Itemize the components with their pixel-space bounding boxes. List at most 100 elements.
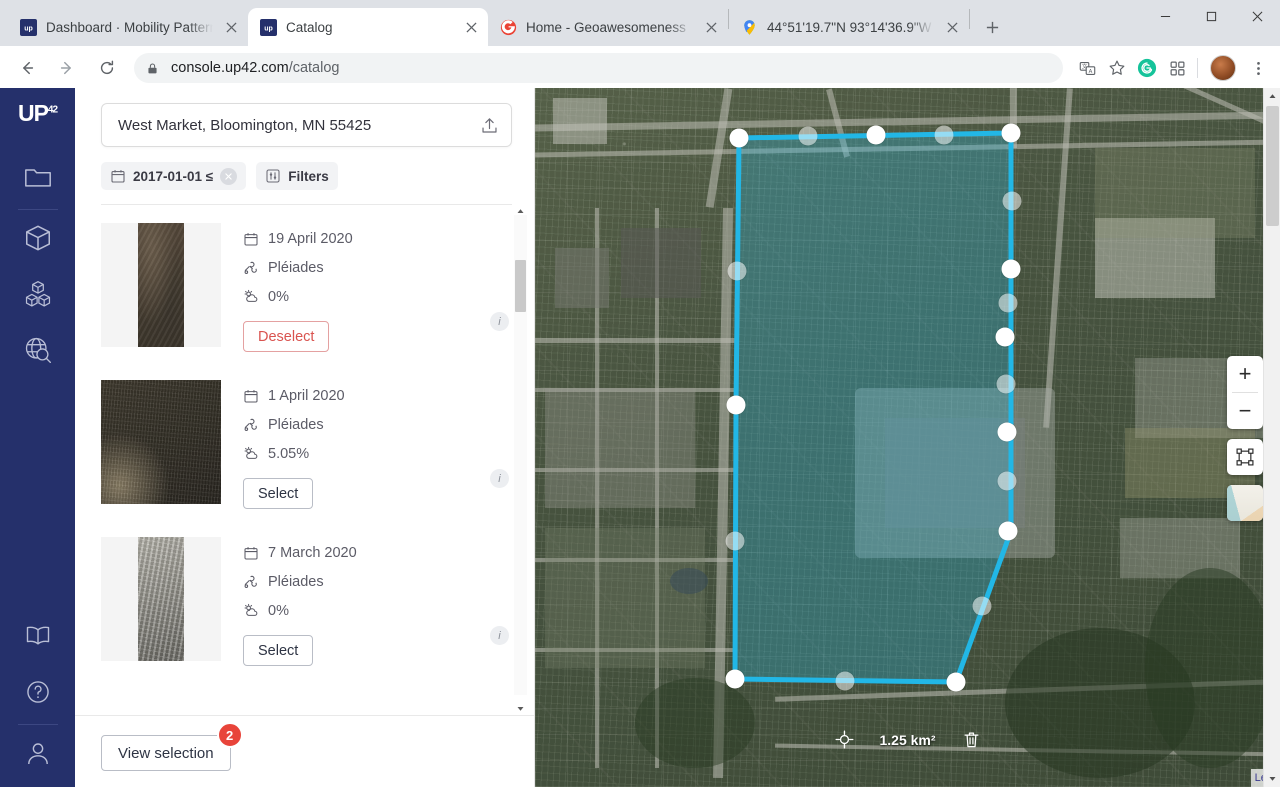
- address-bar[interactable]: console.up42.com/catalog: [134, 53, 1063, 83]
- aoi-midpoint-handle[interactable]: [727, 261, 747, 281]
- bookmark-star-icon[interactable]: [1103, 54, 1131, 82]
- trash-icon[interactable]: [962, 730, 981, 749]
- sidebar-item-projects[interactable]: [10, 151, 66, 207]
- aoi-vertex-handle[interactable]: [946, 672, 966, 692]
- maximize-button[interactable]: [1188, 0, 1234, 32]
- browser-tab-dashboard[interactable]: up Dashboard · Mobility Patterns: [8, 8, 248, 46]
- crosshair-icon[interactable]: [834, 730, 853, 749]
- aoi-midpoint-handle[interactable]: [996, 374, 1016, 394]
- aoi-midpoint-handle[interactable]: [835, 671, 855, 691]
- scroll-down-icon[interactable]: [514, 702, 527, 715]
- calendar-icon: [110, 168, 126, 184]
- search-input[interactable]: West Market, Bloomington, MN 55425: [101, 103, 512, 147]
- sidebar-item-documentation[interactable]: [10, 610, 66, 666]
- results-list[interactable]: 19 April 2020 Pléiades 0% Deselect i 1 A…: [75, 205, 534, 715]
- scene-date: 1 April 2020: [243, 388, 512, 404]
- page-scrollbar[interactable]: [1263, 88, 1280, 787]
- filters-button[interactable]: Filters: [256, 162, 338, 190]
- info-icon[interactable]: i: [490, 469, 509, 488]
- map-canvas[interactable]: + − 1.25 km²: [535, 88, 1280, 787]
- aoi-vertex-handle[interactable]: [1001, 123, 1021, 143]
- aoi-vertex-handle[interactable]: [729, 128, 749, 148]
- cloud-sun-icon: [243, 446, 259, 462]
- clear-date-filter-icon[interactable]: [220, 167, 238, 185]
- scene-cloud-label: 0%: [268, 603, 289, 619]
- aoi-vertex-handle[interactable]: [995, 327, 1015, 347]
- results-scrollbar[interactable]: [514, 205, 527, 715]
- info-icon[interactable]: i: [490, 312, 509, 331]
- select-button[interactable]: Select: [243, 635, 314, 666]
- basemap-layers-button[interactable]: [1227, 485, 1263, 521]
- three-dot-menu-icon[interactable]: [1244, 54, 1272, 82]
- sidebar-item-blocks[interactable]: [10, 212, 66, 268]
- sidebar-item-catalog[interactable]: [10, 324, 66, 380]
- scene-metadata: 7 March 2020 Pléiades 0% Select: [243, 537, 512, 666]
- tab-close-icon[interactable]: [943, 18, 961, 36]
- scene-cloud-label: 5.05%: [268, 446, 310, 462]
- aoi-midpoint-handle[interactable]: [997, 471, 1017, 491]
- draw-aoi-button[interactable]: [1227, 439, 1263, 475]
- up42-icon: up: [20, 18, 37, 36]
- browser-toolbar: console.up42.com/catalog 文A: [0, 46, 1280, 91]
- zoom-out-button[interactable]: −: [1227, 393, 1263, 429]
- new-tab-button[interactable]: [976, 11, 1008, 43]
- browser-tab-geoawesomeness[interactable]: Home - Geoawesomeness: [488, 8, 728, 46]
- aoi-vertex-handle[interactable]: [1001, 259, 1021, 279]
- tab-close-icon[interactable]: [702, 18, 720, 36]
- browser-tab-coordinates[interactable]: 44°51'19.7"N 93°14'36.9"W –: [729, 8, 969, 46]
- browser-tab-catalog[interactable]: up Catalog: [248, 8, 488, 46]
- zoom-control-group: + −: [1227, 356, 1263, 429]
- date-filter-chip[interactable]: 2017-01-01 ≤: [101, 162, 247, 190]
- aoi-midpoint-handle[interactable]: [1002, 191, 1022, 211]
- up42-logo[interactable]: UP42: [18, 102, 58, 125]
- building-feature: [545, 528, 705, 668]
- extensions-grid-icon[interactable]: [1163, 54, 1191, 82]
- zoom-in-button[interactable]: +: [1227, 356, 1263, 392]
- forward-button[interactable]: [52, 53, 82, 83]
- sidebar-item-account[interactable]: [10, 727, 66, 783]
- deselect-button[interactable]: Deselect: [243, 321, 330, 352]
- page-scrollbar-thumb[interactable]: [1266, 106, 1279, 226]
- aoi-midpoint-handle[interactable]: [998, 293, 1018, 313]
- list-item[interactable]: 19 April 2020 Pléiades 0% Deselect i: [101, 205, 512, 362]
- select-button[interactable]: Select: [243, 478, 314, 509]
- aoi-midpoint-handle[interactable]: [972, 596, 992, 616]
- aoi-vertex-handle[interactable]: [997, 422, 1017, 442]
- tab-close-icon[interactable]: [462, 18, 480, 36]
- scene-metadata: 19 April 2020 Pléiades 0% Deselect: [243, 223, 512, 352]
- scrollbar-thumb[interactable]: [515, 260, 526, 312]
- scene-thumbnail: [101, 380, 221, 504]
- panel-footer: View selection 2: [75, 715, 534, 787]
- aoi-midpoint-handle[interactable]: [798, 126, 818, 146]
- reload-button[interactable]: [92, 53, 122, 83]
- building-feature: [555, 248, 609, 308]
- page-scroll-down-icon[interactable]: [1264, 770, 1280, 787]
- sidebar-item-workflows[interactable]: [10, 268, 66, 324]
- avatar[interactable]: [1210, 55, 1236, 81]
- scene-thumbnail: [101, 537, 221, 661]
- aoi-vertex-handle[interactable]: [998, 521, 1018, 541]
- browser-titlebar: up Dashboard · Mobility Patterns up Cata…: [0, 0, 1280, 46]
- back-button[interactable]: [12, 53, 42, 83]
- aoi-vertex-handle[interactable]: [866, 125, 886, 145]
- translate-icon[interactable]: 文A: [1073, 54, 1101, 82]
- close-button[interactable]: [1234, 0, 1280, 32]
- minimize-button[interactable]: [1142, 0, 1188, 32]
- list-item[interactable]: 1 April 2020 Pléiades 5.05% Select i: [101, 362, 512, 519]
- list-item[interactable]: 7 March 2020 Pléiades 0% Select i: [101, 519, 512, 676]
- sidebar-item-help[interactable]: [10, 666, 66, 722]
- aoi-vertex-handle[interactable]: [726, 395, 746, 415]
- tab-close-icon[interactable]: [222, 18, 240, 36]
- aoi-midpoint-handle[interactable]: [934, 125, 954, 145]
- scene-sensor-label: Pléiades: [268, 417, 324, 433]
- upload-icon[interactable]: [480, 116, 499, 135]
- view-selection-button[interactable]: View selection: [101, 735, 231, 771]
- aoi-vertex-handle[interactable]: [725, 669, 745, 689]
- scroll-up-icon[interactable]: [514, 205, 527, 218]
- grammarly-icon[interactable]: [1133, 54, 1161, 82]
- scene-sensor-label: Pléiades: [268, 260, 324, 276]
- page-scroll-up-icon[interactable]: [1264, 88, 1280, 105]
- info-icon[interactable]: i: [490, 626, 509, 645]
- aoi-midpoint-handle[interactable]: [725, 531, 745, 551]
- vegetation-feature: [1145, 568, 1275, 768]
